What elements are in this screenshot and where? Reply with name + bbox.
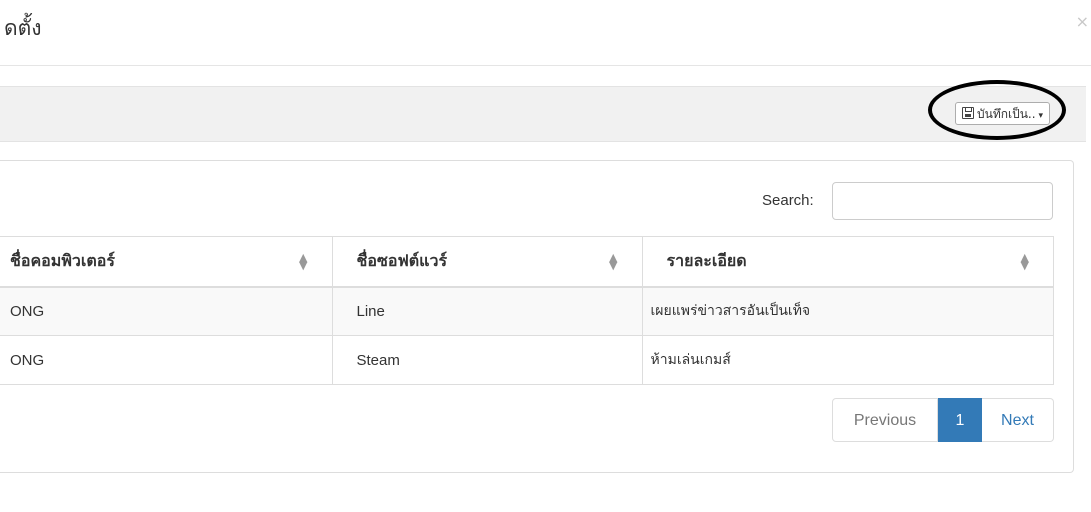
column-label: รายละเอียด [666, 250, 747, 270]
table-row[interactable]: ONG Steam ห้ามเล่นเกมส์ [0, 335, 1054, 385]
previous-page-button[interactable]: Previous [832, 398, 938, 442]
cell-software-name: Steam [331, 335, 643, 385]
cell-software-name: Line [331, 286, 643, 336]
table-header-row: ชื่อคอมพิวเตอร์ ▲ ▼ ชื่อซอฟต์แวร์ ▲ ▼ รายล… [0, 236, 1054, 288]
modal-title: ดตั้ง [4, 16, 42, 40]
cell-details: เผยแพร่ข่าวสารอันเป็นเท็จ [641, 286, 1054, 336]
table-row[interactable]: ONG Line เผยแพร่ข่าวสารอันเป็นเท็จ [0, 286, 1054, 336]
next-page-button[interactable]: Next [982, 398, 1054, 442]
export-toolbar: บันทึกเป็น.. ▾ [0, 86, 1086, 142]
cell-details: ห้ามเล่นเกมส์ [641, 335, 1054, 385]
column-header-computer-name[interactable]: ชื่อคอมพิวเตอร์ ▲ ▼ [0, 236, 333, 288]
column-header-details[interactable]: รายละเอียด ▲ ▼ [641, 236, 1054, 288]
sort-icon[interactable]: ▲ ▼ [1021, 252, 1029, 271]
floppy-disk-icon [962, 107, 974, 119]
sort-icon[interactable]: ▲ ▼ [299, 252, 307, 271]
search-input[interactable] [832, 182, 1053, 220]
column-label: ชื่อคอมพิวเตอร์ [10, 250, 115, 270]
column-header-software-name[interactable]: ชื่อซอฟต์แวร์ ▲ ▼ [331, 236, 643, 288]
close-icon[interactable]: × [1076, 12, 1089, 31]
save-as-label: บันทึกเป็น.. [977, 107, 1036, 121]
cell-computer-name: ONG [0, 286, 333, 336]
caret-down-icon: ▾ [1038, 111, 1044, 121]
sort-icon[interactable]: ▲ ▼ [609, 252, 617, 271]
software-table: ชื่อคอมพิวเตอร์ ▲ ▼ ชื่อซอฟต์แวร์ ▲ ▼ รายล… [0, 236, 1054, 385]
page-1-button[interactable]: 1 [938, 398, 982, 442]
search-label: Search: [762, 192, 814, 209]
save-as-dropdown-button[interactable]: บันทึกเป็น.. ▾ [955, 102, 1051, 125]
column-label: ชื่อซอฟต์แวร์ [356, 250, 448, 270]
header-divider [0, 65, 1091, 66]
cell-computer-name: ONG [0, 335, 333, 385]
pagination: Previous 1 Next [832, 398, 1054, 442]
